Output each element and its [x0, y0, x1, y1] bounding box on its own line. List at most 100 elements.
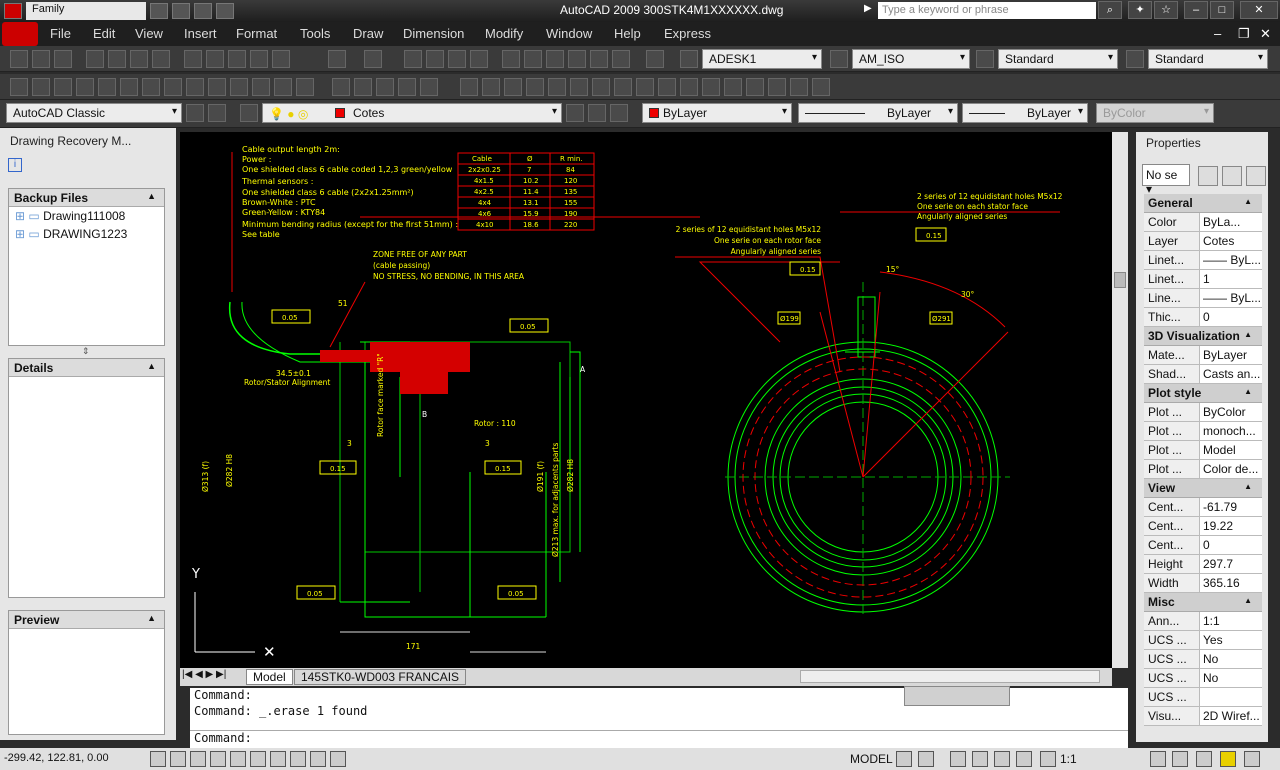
extend-icon[interactable] — [680, 78, 698, 96]
copy-object-icon[interactable] — [482, 78, 500, 96]
doc-close-button[interactable]: ✕ — [1260, 26, 1271, 42]
coordinates-readout[interactable]: -299.42, 122.81, 0.00 — [4, 752, 109, 764]
paste-icon[interactable] — [228, 50, 246, 68]
clean-screen-icon[interactable] — [1244, 751, 1260, 767]
object-snap-tracking-icon[interactable] — [250, 751, 266, 767]
property-value[interactable]: Yes — [1200, 631, 1262, 649]
property-group-header[interactable]: General — [1144, 194, 1262, 213]
property-value[interactable]: Cotes — [1200, 232, 1262, 250]
workspace-switch-icon[interactable] — [1172, 751, 1188, 767]
splitter-handle-icon[interactable]: ⇕ — [82, 346, 90, 357]
mleader-style-icon[interactable] — [1126, 50, 1144, 68]
save-icon[interactable] — [54, 50, 72, 68]
property-row[interactable]: Width 365.16 — [1144, 574, 1262, 593]
property-row[interactable]: Plot ... Model — [1144, 441, 1262, 460]
property-value[interactable]: No — [1200, 650, 1262, 668]
lineweight-icon[interactable] — [310, 751, 326, 767]
property-row[interactable]: Layer Cotes — [1144, 232, 1262, 251]
undo-icon[interactable] — [194, 3, 212, 19]
preview-header[interactable]: Preview ▲ — [9, 611, 164, 629]
mleader-style-select[interactable]: Standard — [1148, 49, 1268, 69]
property-value[interactable]: Model — [1200, 441, 1262, 459]
erase-icon[interactable] — [460, 78, 478, 96]
property-group-header[interactable]: 3D Visualization — [1144, 327, 1262, 346]
lineweight-select[interactable]: ByLayer — [962, 103, 1088, 123]
steering-wheel-icon[interactable] — [994, 751, 1010, 767]
array-icon[interactable] — [548, 78, 566, 96]
property-value[interactable]: —— ByL... — [1200, 251, 1262, 269]
undo-icon[interactable] — [328, 50, 346, 68]
property-value[interactable]: ByLayer — [1200, 346, 1262, 364]
select-objects-icon[interactable] — [1222, 166, 1242, 186]
publish-icon[interactable] — [130, 50, 148, 68]
polyline-icon[interactable] — [54, 78, 72, 96]
table-style-select[interactable]: Standard — [998, 49, 1118, 69]
annotation-scale-icon[interactable] — [1040, 751, 1056, 767]
property-row[interactable]: Visu... 2D Wiref... — [1144, 707, 1262, 726]
property-row[interactable]: Cent... 0 — [1144, 536, 1262, 555]
make-current-icon[interactable] — [566, 104, 584, 122]
text-style-select[interactable]: ADESK1 — [702, 49, 822, 69]
property-row[interactable]: Thic... 0 — [1144, 308, 1262, 327]
quick-properties-icon[interactable] — [330, 751, 346, 767]
collapse-icon[interactable]: ▲ — [147, 361, 156, 371]
stretch-icon[interactable] — [636, 78, 654, 96]
tree-item[interactable]: ⊞ ▭ Drawing111008 — [15, 209, 158, 227]
grid-display-icon[interactable] — [170, 751, 186, 767]
property-row[interactable]: UCS ... No — [1144, 650, 1262, 669]
linetype-select[interactable]: ByLayer — [798, 103, 958, 123]
region-icon[interactable] — [376, 78, 394, 96]
application-menu-icon[interactable] — [2, 22, 38, 46]
redo-icon[interactable] — [216, 3, 234, 19]
property-value[interactable]: monoch... — [1200, 422, 1262, 440]
point-icon[interactable] — [296, 78, 314, 96]
search-icon[interactable]: ⌕ — [1098, 1, 1122, 19]
dim-style-icon[interactable] — [830, 50, 848, 68]
property-value[interactable]: ByLa... — [1200, 213, 1262, 231]
close-button[interactable]: ✕ — [1240, 1, 1278, 19]
property-row[interactable]: Shad... Casts an... — [1144, 365, 1262, 384]
property-row[interactable]: Cent... -61.79 — [1144, 498, 1262, 517]
space-toggle[interactable]: MODEL — [850, 752, 893, 766]
doc-restore-button[interactable]: ❐ — [1238, 26, 1250, 42]
make-block-icon[interactable] — [274, 78, 292, 96]
quick-view-layouts-icon[interactable] — [896, 751, 912, 767]
spline-icon[interactable] — [186, 78, 204, 96]
property-row[interactable]: UCS ... Yes — [1144, 631, 1262, 650]
revcloud-icon[interactable] — [164, 78, 182, 96]
backup-files-header[interactable]: Backup Files ▲ — [9, 189, 164, 207]
ducs-icon[interactable] — [270, 751, 286, 767]
object-snap-icon[interactable] — [230, 751, 246, 767]
property-row[interactable]: Color ByLa... — [1144, 213, 1262, 232]
my-workspace-icon[interactable] — [208, 104, 226, 122]
tree-item[interactable]: ⊞ ▭ DRAWING1223 — [15, 227, 158, 245]
move-icon[interactable] — [570, 78, 588, 96]
layer-properties-icon[interactable] — [240, 104, 258, 122]
block-editor-icon[interactable] — [272, 50, 290, 68]
showmotion-icon[interactable] — [1016, 751, 1032, 767]
property-row[interactable]: Ann... 1:1 — [1144, 612, 1262, 631]
search-arrow-icon[interactable]: ▶ — [864, 3, 872, 14]
property-row[interactable]: Mate... ByLayer — [1144, 346, 1262, 365]
property-value[interactable]: 365.16 — [1200, 574, 1262, 592]
menu-draw[interactable]: Draw — [353, 26, 383, 41]
tab-model[interactable]: Model — [246, 669, 293, 685]
layer-state-icon[interactable] — [610, 104, 628, 122]
horizontal-scrollbar[interactable] — [800, 670, 1100, 683]
break-icon[interactable] — [724, 78, 742, 96]
scroll-thumb[interactable] — [1114, 272, 1126, 288]
table-icon[interactable] — [398, 78, 416, 96]
property-value[interactable]: 19.22 — [1200, 517, 1262, 535]
arc-icon[interactable] — [120, 78, 138, 96]
match-properties-icon[interactable] — [250, 50, 268, 68]
rectangle-icon[interactable] — [98, 78, 116, 96]
ellipse-arc-icon[interactable] — [230, 78, 248, 96]
snap-mode-icon[interactable] — [150, 751, 166, 767]
property-row[interactable]: Plot ... ByColor — [1144, 403, 1262, 422]
menu-insert[interactable]: Insert — [184, 26, 217, 41]
polygon-icon[interactable] — [76, 78, 94, 96]
property-value[interactable]: -61.79 — [1200, 498, 1262, 516]
property-value[interactable]: 0 — [1200, 536, 1262, 554]
explode-icon[interactable] — [812, 78, 830, 96]
zoom-realtime-icon[interactable] — [426, 50, 444, 68]
